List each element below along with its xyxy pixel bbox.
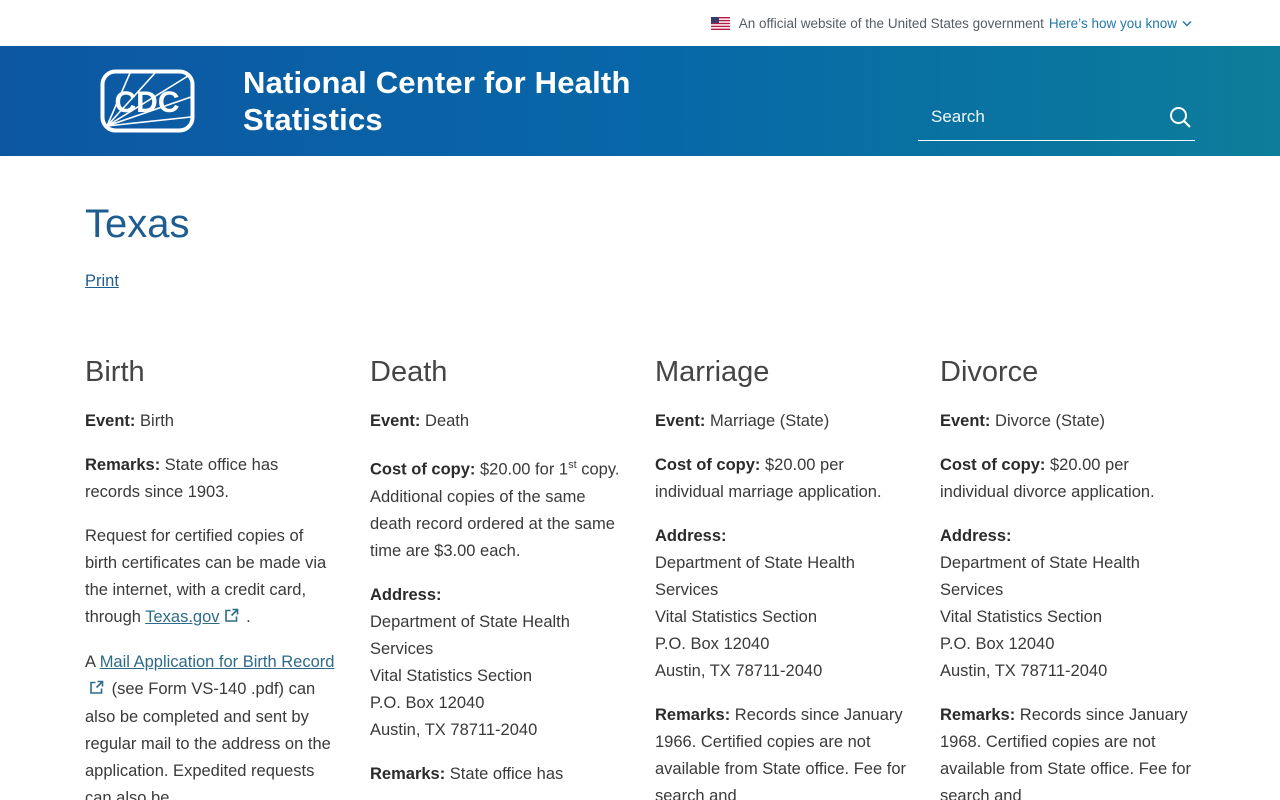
- print-link[interactable]: Print: [85, 272, 119, 291]
- inline-link[interactable]: Mail Application for Birth Record: [100, 653, 335, 671]
- record-paragraph: Cost of copy: $20.00 for 1st copy. Addit…: [370, 452, 621, 565]
- field-label: Cost of copy:: [370, 461, 475, 479]
- record-heading: Divorce: [940, 353, 1191, 391]
- record-paragraph: A Mail Application for Birth Record (see…: [85, 649, 336, 800]
- record-paragraph: Event: Divorce (State): [940, 408, 1191, 435]
- field-label: Event:: [655, 412, 705, 430]
- field-label: Remarks:: [370, 765, 445, 783]
- record-column: Divorce Event: Divorce (State) Cost of cop…: [940, 353, 1191, 800]
- field-label: Cost of copy:: [940, 456, 1045, 474]
- site-header: CDC National Center for Health Statistic…: [0, 46, 1280, 156]
- record-heading: Death: [370, 353, 621, 391]
- record-paragraph: Remarks: Records since January 1966. Cer…: [655, 702, 906, 800]
- external-link-icon: [89, 677, 104, 704]
- record-paragraph: Event: Death: [370, 408, 621, 435]
- record-paragraph: Cost of copy: $20.00 per individual marr…: [655, 452, 906, 506]
- inline-link[interactable]: Texas.gov: [145, 608, 219, 626]
- record-heading: Marriage: [655, 353, 906, 391]
- gov-banner: An official website of the United States…: [0, 0, 1280, 46]
- field-label: Event:: [940, 412, 990, 430]
- record-paragraph: Address:Department of State Health Servi…: [940, 523, 1191, 685]
- superscript: st: [568, 459, 577, 471]
- record-paragraph: Request for certified copies of birth ce…: [85, 523, 336, 632]
- field-label: Event:: [370, 412, 420, 430]
- cdc-logo-text: CDC: [115, 86, 180, 119]
- search-icon: [1167, 104, 1193, 130]
- record-paragraph: Address:Department of State Health Servi…: [370, 582, 621, 744]
- record-paragraph: Address:Department of State Health Servi…: [655, 523, 906, 685]
- us-flag-icon: [711, 17, 730, 30]
- field-label: Address:: [370, 586, 442, 604]
- record-heading: Birth: [85, 353, 336, 391]
- field-label: Remarks:: [85, 456, 160, 474]
- record-paragraph: Cost of copy: $20.00 per individual divo…: [940, 452, 1191, 506]
- cdc-logo[interactable]: CDC: [100, 69, 195, 133]
- page-title: Texas: [85, 200, 1195, 248]
- field-label: Address:: [655, 527, 727, 545]
- record-paragraph: Remarks: Records since January 1968. Cer…: [940, 702, 1191, 800]
- search-input[interactable]: [918, 107, 1165, 127]
- search-box: [918, 104, 1195, 141]
- gov-banner-text: An official website of the United States…: [739, 16, 1044, 31]
- record-column: Birth Event: Birth Remarks: State office h…: [85, 353, 336, 800]
- search-button[interactable]: [1165, 104, 1195, 130]
- record-paragraph: Event: Birth: [85, 408, 336, 435]
- field-label: Remarks:: [940, 706, 1015, 724]
- record-paragraph: Event: Marriage (State): [655, 408, 906, 435]
- record-column: Marriage Event: Marriage (State) Cost of c…: [655, 353, 906, 800]
- record-column: Death Event: Death Cost of copy: $20.00 fo…: [370, 353, 621, 800]
- field-label: Remarks:: [655, 706, 730, 724]
- field-label: Cost of copy:: [655, 456, 760, 474]
- field-label: Address:: [940, 527, 1012, 545]
- heres-how-you-know-link[interactable]: Here’s how you know: [1049, 16, 1192, 31]
- record-paragraph: Remarks: State office has: [370, 761, 621, 788]
- external-link-icon: [224, 605, 239, 632]
- record-paragraph: Remarks: State office has records since …: [85, 452, 336, 506]
- chevron-down-icon: [1182, 20, 1192, 27]
- field-label: Event:: [85, 412, 135, 430]
- records-grid: Birth Event: Birth Remarks: State office h…: [85, 353, 1195, 800]
- main-content: Texas Print Birth Event: Birth Remarks: St…: [0, 200, 1280, 800]
- site-title: National Center for Health Statistics: [243, 64, 713, 138]
